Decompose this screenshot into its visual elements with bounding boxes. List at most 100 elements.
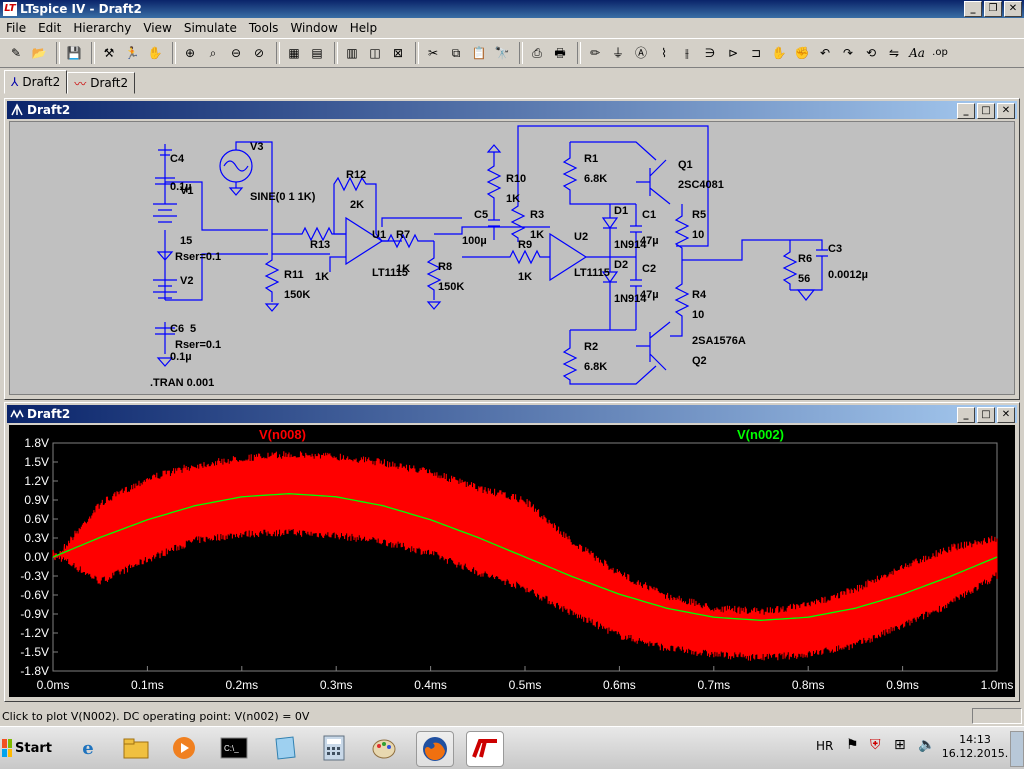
tab-schematic[interactable]: ⅄ Draft2 bbox=[4, 70, 68, 94]
resistor-icon[interactable]: ⌇ bbox=[654, 43, 674, 63]
menu-tools[interactable]: Tools bbox=[243, 21, 285, 35]
plot-area[interactable]: 1.8V 1.5V 1.2V 0.9V 0.6V 0.3V 0.0V -0.3V -0.6V -0… bbox=[9, 425, 1015, 697]
print-setup-icon[interactable]: ⎙ bbox=[527, 43, 547, 63]
close-all-icon[interactable]: ▥ bbox=[342, 43, 362, 63]
label-r7-value: 1K bbox=[396, 263, 410, 275]
x-tick-label: 1.0ms bbox=[981, 678, 1014, 692]
cascade-icon[interactable]: ▤ bbox=[307, 43, 327, 63]
language-indicator[interactable]: HR bbox=[816, 739, 833, 753]
menu-edit[interactable]: Edit bbox=[32, 21, 67, 35]
trace-label-v-n008[interactable]: V(n008) bbox=[259, 427, 306, 442]
inductor-icon[interactable]: ∋ bbox=[700, 43, 720, 63]
tab-waveform[interactable]: 〰 Draft2 bbox=[67, 72, 136, 94]
drag-icon[interactable]: ✊ bbox=[792, 43, 812, 63]
ltspice-icon[interactable] bbox=[466, 731, 504, 767]
firefox-icon[interactable] bbox=[416, 731, 454, 767]
security-icon[interactable]: ⛨ bbox=[870, 737, 881, 753]
minimize-button[interactable]: _ bbox=[964, 1, 982, 17]
start-button[interactable]: Start bbox=[2, 733, 52, 763]
cut-icon[interactable]: ✂ bbox=[423, 43, 443, 63]
new-schematic-icon[interactable]: ✎ bbox=[6, 43, 26, 63]
x-tick-label: 0.1ms bbox=[131, 678, 164, 692]
schematic-drawing: C4 0.1µ V3 SINE(0 1 1K) V1 15 Rser=0.1 V… bbox=[150, 125, 868, 389]
cmd-icon[interactable]: C:\_ bbox=[216, 731, 252, 765]
y-tick-label: -1.5V bbox=[20, 645, 49, 659]
clock[interactable]: 14:13 16.12.2015. bbox=[940, 733, 1010, 761]
label-r8-value: 150K bbox=[438, 281, 464, 293]
save-icon[interactable]: 💾 bbox=[64, 43, 84, 63]
schematic-close-button[interactable]: ✕ bbox=[997, 103, 1015, 119]
label-icon[interactable]: Ⓐ bbox=[631, 43, 651, 63]
menu-hierarchy[interactable]: Hierarchy bbox=[67, 21, 137, 35]
label-v1-value: 15 bbox=[180, 235, 192, 247]
text-icon[interactable]: Aa bbox=[907, 43, 927, 63]
schematic-minimize-button[interactable]: _ bbox=[957, 103, 975, 119]
autoscale-icon[interactable]: ⊘ bbox=[249, 43, 269, 63]
close-button[interactable]: ✕ bbox=[1004, 1, 1022, 17]
copy-icon[interactable]: ⧉ bbox=[446, 43, 466, 63]
schematic-canvas[interactable]: C4 0.1µ V3 SINE(0 1 1K) V1 15 Rser=0.1 V… bbox=[9, 121, 1015, 395]
notepad-icon[interactable] bbox=[266, 731, 302, 765]
close-window-icon[interactable]: ⊠ bbox=[388, 43, 408, 63]
waveform-icon: 〰 bbox=[74, 76, 87, 91]
redo-icon[interactable]: ↷ bbox=[838, 43, 858, 63]
label-c5-overlap: 5 bbox=[190, 323, 196, 335]
label-r5-value: 10 bbox=[692, 229, 704, 241]
label-u2-value: LT1115 bbox=[574, 267, 610, 279]
volume-icon[interactable]: 🔈 bbox=[918, 737, 935, 753]
menu-view[interactable]: View bbox=[137, 21, 177, 35]
open-icon[interactable]: 📂 bbox=[29, 43, 49, 63]
capacitor-icon[interactable]: ⫲ bbox=[677, 43, 697, 63]
menu-file[interactable]: File bbox=[0, 21, 32, 35]
move-icon[interactable]: ✋ bbox=[769, 43, 789, 63]
menu-help[interactable]: Help bbox=[344, 21, 383, 35]
paint-icon[interactable] bbox=[366, 731, 402, 765]
label-r5: R5 bbox=[692, 209, 706, 221]
trace-label-v-n002[interactable]: V(n002) bbox=[737, 427, 784, 442]
ground-icon[interactable]: ⏚ bbox=[608, 43, 628, 63]
label-r4: R4 bbox=[692, 289, 707, 301]
label-d2: D2 bbox=[614, 259, 628, 271]
show-desktop-button[interactable] bbox=[1010, 731, 1024, 767]
plot-minimize-button[interactable]: _ bbox=[957, 407, 975, 423]
menu-simulate[interactable]: Simulate bbox=[178, 21, 243, 35]
rotate-icon[interactable]: ⟲ bbox=[861, 43, 881, 63]
explorer-icon[interactable] bbox=[118, 731, 154, 765]
zoom-in-icon[interactable]: ⊕ bbox=[180, 43, 200, 63]
plot-maximize-button[interactable]: □ bbox=[977, 407, 995, 423]
label-r10-value: 1K bbox=[506, 193, 520, 205]
control-panel-icon[interactable]: ⚒ bbox=[99, 43, 119, 63]
menu-window[interactable]: Window bbox=[284, 21, 343, 35]
media-player-icon[interactable] bbox=[166, 731, 202, 765]
undo-icon[interactable]: ↶ bbox=[815, 43, 835, 63]
spice-directive-icon[interactable]: .op bbox=[930, 43, 950, 63]
calculator-icon[interactable] bbox=[316, 731, 352, 765]
paste-icon[interactable]: 📋 bbox=[469, 43, 489, 63]
plot-close-button[interactable]: ✕ bbox=[997, 407, 1015, 423]
y-tick-label: 0.6V bbox=[24, 512, 49, 526]
wire-icon[interactable]: ✏ bbox=[585, 43, 605, 63]
component-icon[interactable]: ⊐ bbox=[746, 43, 766, 63]
label-d1: D1 bbox=[614, 205, 628, 217]
restore-button[interactable]: ❐ bbox=[984, 1, 1002, 17]
svg-text:C:\_: C:\_ bbox=[224, 744, 239, 753]
tile-icon[interactable]: ▦ bbox=[284, 43, 304, 63]
diode-icon[interactable]: ⊳ bbox=[723, 43, 743, 63]
find-icon[interactable]: 🔭 bbox=[492, 43, 512, 63]
network-icon[interactable]: ⊞ bbox=[894, 737, 906, 753]
zoom-full-icon[interactable]: ⌕ bbox=[203, 43, 223, 63]
label-u1: U1 bbox=[372, 229, 386, 241]
print-icon[interactable]: 🖶 bbox=[550, 43, 570, 63]
ie-icon[interactable]: e bbox=[70, 731, 106, 765]
cascade-windows-icon[interactable]: ◫ bbox=[365, 43, 385, 63]
zoom-out-icon[interactable]: ⊖ bbox=[226, 43, 246, 63]
action-center-flag-icon[interactable]: ⚑ bbox=[846, 737, 859, 753]
x-tick-label: 0.8ms bbox=[792, 678, 825, 692]
schematic-maximize-button[interactable]: □ bbox=[977, 103, 995, 119]
schematic-window: Draft2 _ □ ✕ C4 0.1µ V3 SINE(0 1 1K) V1 … bbox=[4, 98, 1020, 400]
run-icon[interactable]: 🏃 bbox=[122, 43, 142, 63]
trace-v-n008 bbox=[52, 451, 998, 661]
label-v2: V2 bbox=[180, 275, 193, 287]
mirror-icon[interactable]: ⇋ bbox=[884, 43, 904, 63]
halt-icon[interactable]: ✋ bbox=[145, 43, 165, 63]
